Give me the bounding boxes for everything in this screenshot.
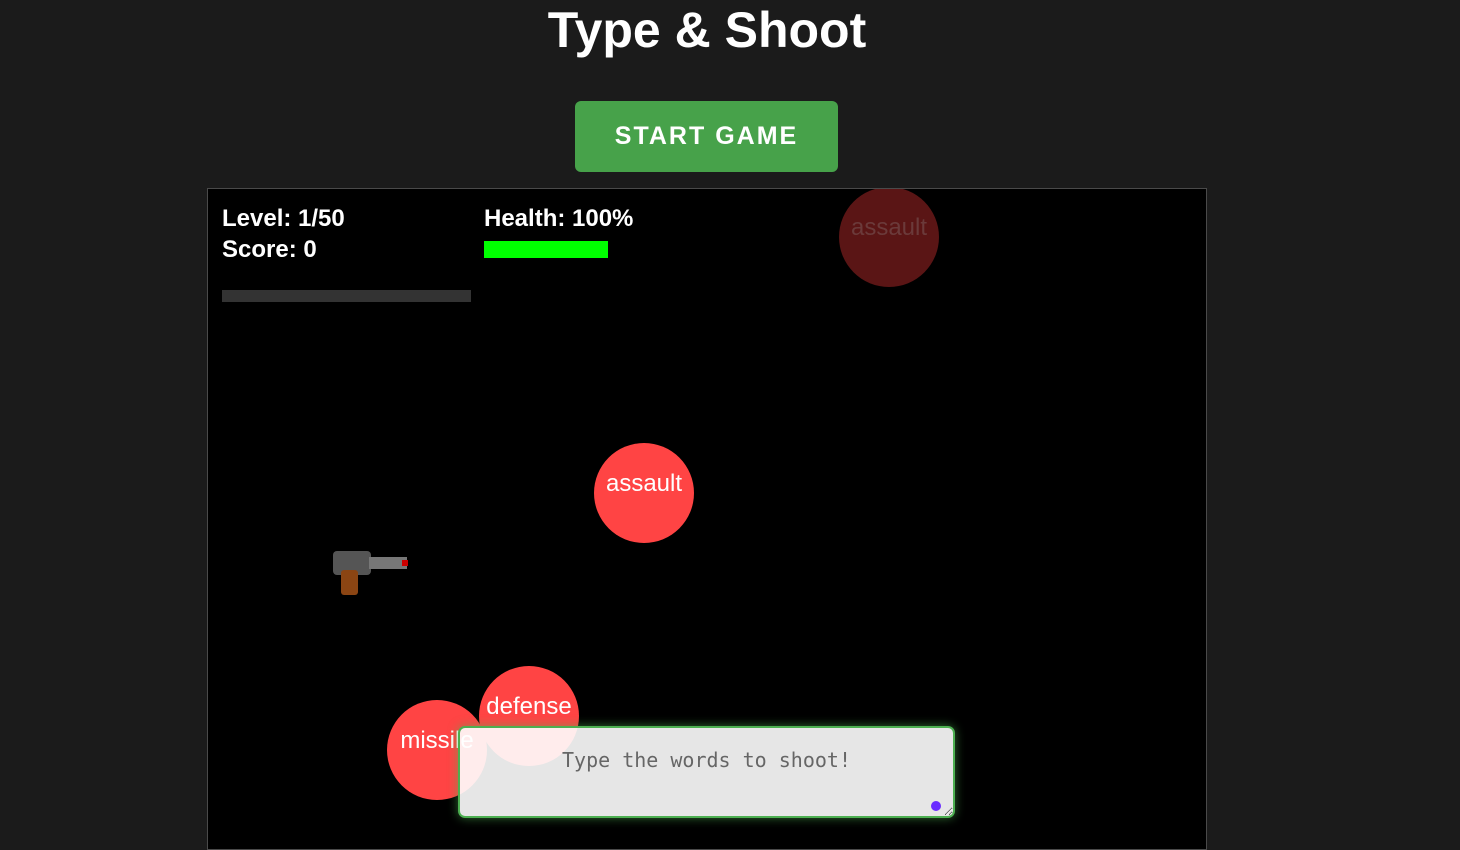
word-input[interactable] <box>458 726 955 818</box>
enemy-bubble: assault <box>594 443 694 543</box>
page-title: Type & Shoot <box>547 2 867 58</box>
gun-handle <box>341 570 358 595</box>
start-game-button[interactable]: START GAME <box>575 101 838 172</box>
enemy-bubble: assault <box>839 189 939 287</box>
enemy-word: defense <box>486 693 572 720</box>
gun-icon <box>333 551 413 599</box>
health-label: Health: 100% <box>484 205 634 232</box>
health-bar <box>484 241 608 258</box>
health-bar-fill <box>484 241 608 258</box>
recording-dot-icon <box>931 801 941 811</box>
gun-muzzle <box>402 560 408 566</box>
level-label: Level: 1/50 <box>222 205 345 232</box>
game-canvas[interactable]: Level: 1/50 Score: 0 Health: 100% assaul… <box>207 188 1207 850</box>
enemy-word: assault <box>605 470 683 497</box>
enemy-word: assault <box>850 214 928 241</box>
score-label: Score: 0 <box>222 236 317 263</box>
level-progress-bar <box>222 290 471 302</box>
